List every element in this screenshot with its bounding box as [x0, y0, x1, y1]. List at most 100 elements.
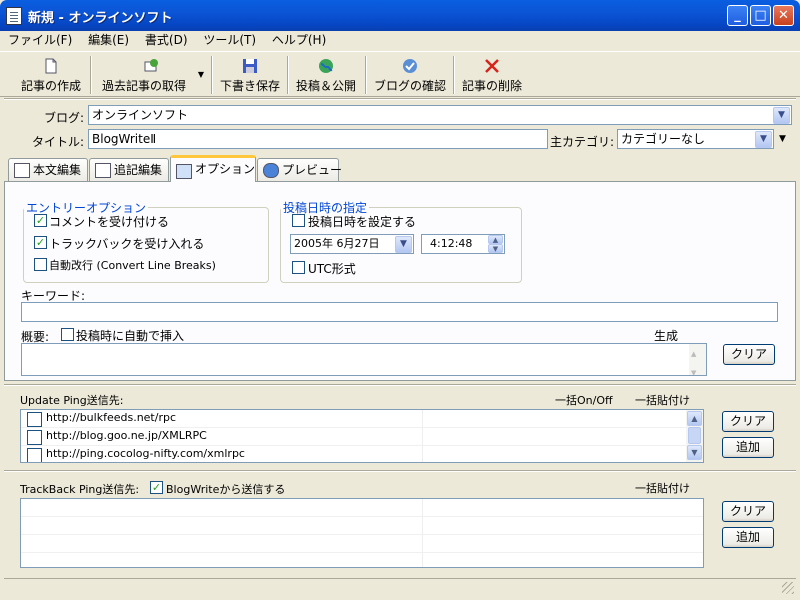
maximize-icon: □ [754, 8, 767, 23]
scroll-up-icon[interactable]: ▲ [691, 345, 696, 363]
dropdown-arrow-icon[interactable]: ▼ [198, 70, 204, 79]
list-item[interactable]: http://bulkfeeds.net/rpc [21, 410, 703, 428]
menu-edit[interactable]: 編集(E) [82, 31, 135, 50]
ping-list[interactable]: http://bulkfeeds.net/rpc http://blog.goo… [20, 409, 704, 463]
publish-button[interactable]: 投稿＆公開 [292, 52, 360, 98]
blog-label: ブログ: [43, 111, 84, 125]
trackback-add-button[interactable]: 追加 [722, 527, 774, 548]
app-icon [6, 7, 22, 25]
convert-line-breaks-checkbox[interactable] [34, 258, 47, 271]
scroll-up-icon[interactable]: ▲ [687, 411, 702, 426]
document-icon [95, 163, 111, 178]
ping-item-url: http://blog.goo.ne.jp/XMLRPC [46, 429, 207, 442]
category-select-value: カテゴリーなし [621, 132, 706, 146]
edit-icon [14, 163, 30, 178]
summary-scrollbar[interactable]: ▲ ▼ [689, 344, 706, 375]
chevron-down-icon[interactable]: ▼ [773, 107, 790, 124]
ping-item-url: http://bulkfeeds.net/rpc [46, 411, 177, 424]
check-blog-button[interactable]: ブログの確認 [370, 52, 450, 98]
menu-help[interactable]: ヘルプ(H) [266, 31, 332, 50]
keyword-input[interactable] [21, 302, 778, 322]
minimize-button[interactable]: _ [727, 5, 748, 26]
ping-clear-button[interactable]: クリア [722, 411, 774, 432]
ping-toggle-all[interactable]: 一括On/Off [555, 392, 613, 408]
floppy-disk-icon [243, 59, 257, 73]
delete-x-icon [485, 59, 499, 73]
window-title: 新規 - オンラインソフト [28, 11, 173, 26]
ping-title: Update Ping送信先: [20, 394, 124, 407]
category-label: 主カテゴリ: [550, 135, 615, 149]
send-from-blogwrite-label: BlogWriteから送信する [166, 483, 286, 496]
title-label: タイトル: [31, 135, 84, 149]
blog-check-icon [403, 59, 417, 73]
blog-select-value: オンラインソフト [92, 108, 189, 122]
tab-extended-edit[interactable]: 追記編集 [89, 158, 169, 181]
globe-icon [319, 59, 333, 73]
menu-bar: ファイル(F) 編集(E) 書式(D) ツール(T) ヘルプ(H) [0, 31, 800, 50]
minimize-icon: _ [734, 8, 741, 23]
list-item[interactable]: http://ping.cocolog-nifty.com/xmlrpc [21, 446, 703, 462]
time-spinner[interactable]: 4:12:48 ▲ ▼ [421, 234, 505, 254]
delete-article-button[interactable]: 記事の削除 [458, 52, 526, 98]
checkmark-icon: ✓ [35, 214, 46, 227]
allow-trackbacks-label: トラックバックを受け入れる [49, 237, 205, 251]
blog-select[interactable]: オンラインソフト ▼ [88, 105, 792, 125]
send-from-blogwrite-checkbox[interactable]: ✓ [150, 481, 163, 494]
ping-add-button[interactable]: 追加 [722, 437, 774, 458]
allow-trackbacks-checkbox[interactable]: ✓ [34, 236, 47, 249]
scroll-thumb[interactable] [688, 427, 701, 444]
category-menu-arrow-icon[interactable]: ▼ [779, 134, 786, 144]
list-item[interactable]: http://blog.goo.ne.jp/XMLRPC [21, 428, 703, 446]
status-bar [4, 578, 796, 596]
browser-icon [263, 163, 279, 178]
resize-grip-icon[interactable] [782, 582, 794, 594]
checkmark-icon: ✓ [151, 481, 162, 494]
allow-comments-checkbox[interactable]: ✓ [34, 214, 47, 227]
close-button[interactable]: ✕ [773, 5, 794, 26]
ping-item-checkbox[interactable] [27, 412, 42, 427]
create-article-button[interactable]: 記事の作成 [14, 52, 88, 98]
spin-down-icon[interactable]: ▼ [488, 244, 503, 253]
new-document-icon [45, 58, 57, 74]
options-panel: エントリーオプション ✓ コメントを受け付ける ✓ トラックバックを受け入れる … [4, 181, 796, 381]
set-datetime-checkbox[interactable] [292, 214, 305, 227]
menu-format[interactable]: 書式(D) [139, 31, 194, 50]
ping-scrollbar[interactable]: ▲ ▼ [686, 410, 703, 462]
scroll-down-icon[interactable]: ▼ [691, 364, 696, 375]
ping-item-checkbox[interactable] [27, 448, 42, 462]
ping-item-checkbox[interactable] [27, 430, 42, 445]
scroll-down-icon[interactable]: ▼ [687, 445, 702, 460]
chevron-down-icon[interactable]: ▼ [395, 236, 412, 253]
close-icon: ✕ [778, 8, 789, 23]
category-select[interactable]: カテゴリーなし ▼ [617, 129, 774, 149]
options-icon [176, 164, 192, 179]
ping-paste-all[interactable]: 一括貼付け [635, 392, 690, 408]
title-input[interactable]: BlogWriteⅡ [88, 129, 548, 149]
summary-clear-button[interactable]: クリア [723, 344, 775, 365]
title-bar[interactable]: 新規 - オンラインソフト _ □ ✕ [0, 0, 800, 31]
tab-body-edit[interactable]: 本文編集 [8, 158, 88, 181]
date-value: 2005年 6月27日 [294, 237, 380, 250]
trackback-title: TrackBack Ping送信先: [20, 483, 140, 496]
menu-file[interactable]: ファイル(F) [0, 31, 78, 50]
generate-link[interactable]: 生成 [654, 327, 678, 344]
trackback-clear-button[interactable]: クリア [722, 501, 774, 522]
trackback-paste-all[interactable]: 一括貼付け [635, 480, 690, 496]
trackback-list[interactable] [20, 498, 704, 568]
maximize-button[interactable]: □ [750, 5, 771, 26]
tab-preview[interactable]: プレビュー [257, 158, 342, 181]
tab-options[interactable]: オプション [170, 155, 256, 182]
summary-auto-checkbox[interactable] [61, 328, 74, 341]
time-value: 4:12:48 [430, 237, 473, 250]
save-draft-button[interactable]: 下書き保存 [216, 52, 284, 98]
fetch-past-articles-button[interactable]: 過去記事の取得 ▼ [96, 52, 206, 98]
set-datetime-label: 投稿日時を設定する [308, 215, 417, 229]
date-picker[interactable]: 2005年 6月27日 ▼ [290, 234, 414, 254]
toolbar: 記事の作成 過去記事の取得 ▼ 下書き保存 投稿＆公開 ブログの確認 記事の削除 [0, 51, 800, 97]
menu-tools[interactable]: ツール(T) [197, 31, 262, 50]
chevron-down-icon[interactable]: ▼ [755, 131, 772, 148]
spin-up-icon[interactable]: ▲ [488, 235, 503, 244]
summary-textarea[interactable]: ▲ ▼ [21, 343, 707, 376]
utc-checkbox[interactable] [292, 261, 305, 274]
allow-comments-label: コメントを受け付ける [49, 215, 170, 229]
